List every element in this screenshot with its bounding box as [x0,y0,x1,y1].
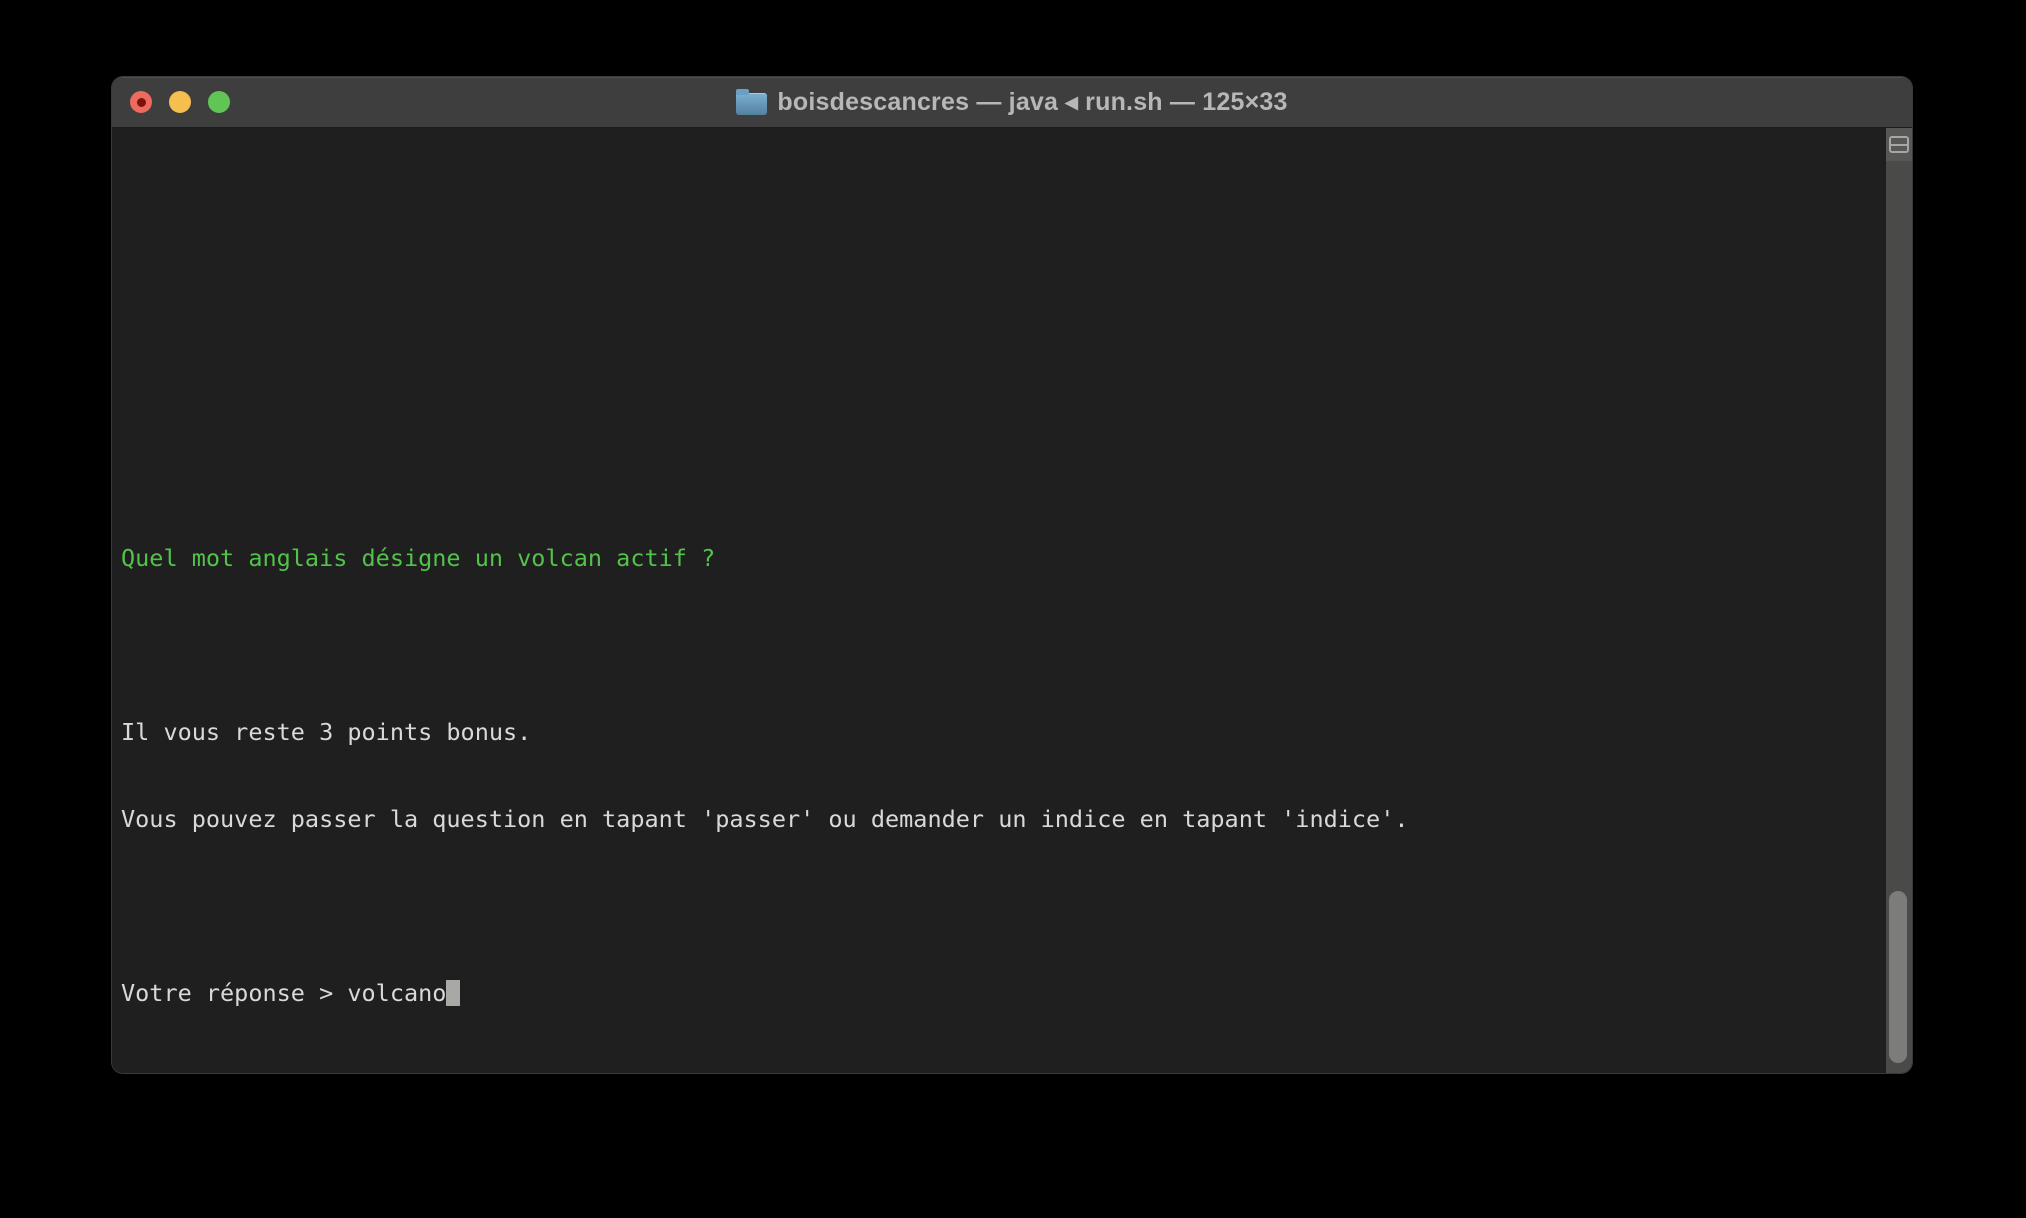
prompt-label: Votre réponse > [121,979,348,1007]
traffic-lights [130,77,230,127]
scrollbar-track[interactable] [1886,128,1912,1073]
bonus-points-line: Il vous reste 3 points bonus. [121,718,532,746]
split-pane-icon [1889,136,1909,153]
folder-icon-tab [736,88,750,95]
scrollbar-thumb[interactable] [1889,891,1907,1063]
folder-icon [736,88,768,115]
typed-input[interactable]: volcano [347,979,446,1007]
prompt-line[interactable]: Votre réponse > volcano [121,979,1874,1008]
terminal-content[interactable]: Quel mot anglais désigne un volcan actif… [112,128,1912,1073]
split-pane-button[interactable] [1886,128,1912,161]
desktop-background: boisdescancres — java ◂ run.sh — 125×33 … [0,0,2026,1218]
terminal-window: boisdescancres — java ◂ run.sh — 125×33 … [112,77,1912,1073]
zoom-button[interactable] [208,91,230,113]
window-title: boisdescancres — java ◂ run.sh — 125×33 [736,87,1287,117]
title-bar[interactable]: boisdescancres — java ◂ run.sh — 125×33 [112,77,1912,128]
minimize-button[interactable] [169,91,191,113]
window-title-text: boisdescancres — java ◂ run.sh — 125×33 [777,88,1288,116]
close-button[interactable] [130,91,152,113]
question-line: Quel mot anglais désigne un volcan actif… [121,544,716,572]
text-cursor-block [446,980,461,1006]
help-line: Vous pouvez passer la question en tapant… [121,805,1409,833]
edited-indicator-dot [136,97,146,107]
terminal-output: Quel mot anglais désigne un volcan actif… [121,486,1874,1066]
